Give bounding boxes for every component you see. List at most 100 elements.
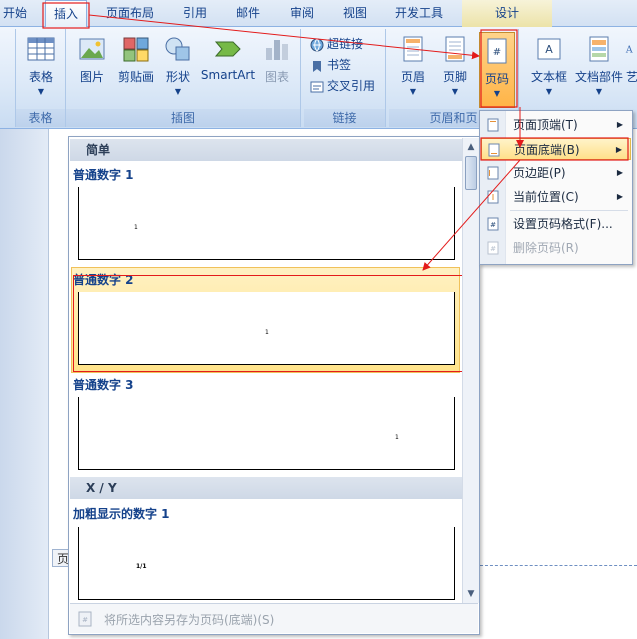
top-of-page-icon: [487, 118, 499, 132]
tab-references[interactable]: 引用: [175, 0, 215, 27]
wordart-icon: A: [625, 44, 633, 55]
footer-button[interactable]: 页脚 ▼: [435, 31, 475, 105]
gallery-item-title: 普通数字 1: [73, 168, 134, 182]
footer-boundary-line: [480, 565, 637, 566]
smartart-icon: [214, 41, 241, 57]
svg-text:#: #: [490, 221, 496, 229]
page-number-sample: 1/1: [136, 563, 147, 570]
page-number-gallery: 简单 普通数字 1 1 普通数字 2 1 普通数字 3 1 X / Y 加粗显示…: [68, 136, 480, 635]
gallery-scrollbar[interactable]: ▲ ▼: [462, 138, 479, 603]
chevron-down-icon: ▼: [493, 89, 501, 98]
tab-mailings[interactable]: 邮件: [228, 0, 268, 27]
chart-button[interactable]: 图表: [258, 31, 296, 105]
header-button[interactable]: 页眉 ▼: [393, 31, 433, 105]
menu-item-format-page-numbers[interactable]: # 设置页码格式(F)...: [481, 213, 631, 235]
menu-separator: [510, 210, 628, 211]
menu-item-page-margins[interactable]: 页边距(P) ▶: [481, 162, 631, 184]
document-left-margin: [0, 129, 48, 639]
bottom-of-page-icon: [488, 143, 500, 157]
submenu-arrow-icon: ▶: [616, 120, 623, 129]
format-page-numbers-icon: #: [487, 217, 499, 231]
hyperlink-icon: [310, 38, 324, 51]
menu-item-top-of-page[interactable]: 页面顶端(T) ▶: [481, 114, 631, 136]
chevron-down-icon: ▼: [409, 87, 417, 96]
quick-parts-button[interactable]: 文档部件 ▼: [573, 31, 625, 105]
picture-icon: [79, 38, 105, 60]
tab-view[interactable]: 视图: [335, 0, 375, 27]
tab-home[interactable]: 开始: [0, 0, 30, 27]
page-number-menu: 页面顶端(T) ▶ 页面底端(B) ▶ 页边距(P) ▶ 当前位置(C) ▶ #…: [479, 110, 633, 265]
table-icon: [27, 37, 55, 61]
tab-developer[interactable]: 开发工具: [388, 0, 450, 27]
tab-design[interactable]: 设计: [462, 0, 552, 27]
menu-item-current-position[interactable]: 当前位置(C) ▶: [481, 186, 631, 208]
chart-icon: [266, 40, 288, 60]
page-number-sample: 1: [395, 434, 399, 441]
save-selection-label: 将所选内容另存为页码(底端)(S): [104, 613, 275, 627]
gallery-item-plain-number-3[interactable]: 1: [78, 397, 455, 470]
chevron-down-icon: ▼: [451, 87, 459, 96]
annotation-box: [73, 275, 467, 372]
picture-button[interactable]: 图片: [72, 31, 112, 105]
page-number-button[interactable]: # 页码 ▼: [479, 32, 515, 108]
gallery-item-bold-number-1[interactable]: 1/1: [78, 527, 455, 600]
svg-text:#: #: [493, 47, 501, 58]
menu-item-bottom-of-page[interactable]: 页面底端(B) ▶: [481, 138, 631, 160]
group-label-illustrations: 插图: [66, 109, 300, 127]
chevron-down-icon: ▼: [174, 87, 182, 96]
text-box-icon: A: [537, 38, 561, 60]
bookmark-button[interactable]: 书签: [310, 55, 351, 75]
submenu-arrow-icon: ▶: [616, 168, 623, 177]
remove-page-numbers-icon: #: [487, 241, 499, 255]
group-label-tables: 表格: [16, 109, 65, 127]
scroll-down-icon[interactable]: ▼: [463, 586, 479, 602]
menu-item-remove-page-numbers[interactable]: # 删除页码(R): [481, 237, 631, 259]
ribbon-tab-bar: 开始 插入 页面布局 引用 邮件 审阅 视图 开发工具 设计: [0, 0, 637, 28]
submenu-arrow-icon: ▶: [616, 192, 623, 201]
save-to-gallery-icon: #: [78, 611, 92, 627]
quick-parts-icon: [589, 36, 609, 62]
bookmark-icon: [313, 60, 321, 72]
ribbon-group-links: 超链接 书签 交叉引用 链接: [304, 29, 386, 127]
svg-text:A: A: [545, 43, 553, 56]
wordart-button-partial[interactable]: A 艺: [625, 31, 637, 105]
page-margins-icon: [487, 166, 499, 180]
tab-insert[interactable]: 插入: [45, 0, 87, 28]
ribbon-group-tables: 表格 ▼ 表格: [16, 29, 66, 127]
gallery-section-header: 简单: [70, 139, 462, 161]
footer-icon: [445, 36, 465, 62]
gallery-section-header: X / Y: [70, 477, 462, 499]
gallery-item-title: 加粗显示的数字 1: [73, 507, 170, 521]
svg-text:#: #: [82, 616, 88, 624]
svg-text:#: #: [490, 245, 496, 253]
clip-art-icon: [123, 37, 149, 62]
cross-reference-icon: [310, 81, 324, 92]
cross-reference-button[interactable]: 交叉引用: [310, 76, 375, 96]
table-button[interactable]: 表格 ▼: [20, 31, 62, 105]
chevron-down-icon: ▼: [37, 87, 45, 96]
tab-page-layout[interactable]: 页面布局: [100, 0, 160, 27]
page-number-sample: 1: [134, 224, 138, 231]
shapes-button[interactable]: 形状 ▼: [160, 31, 196, 105]
gallery-item-plain-number-1[interactable]: 1: [78, 187, 455, 260]
ribbon-group-pages-partial: [0, 29, 16, 127]
save-selection-as-page-number-button[interactable]: # 将所选内容另存为页码(底端)(S): [70, 603, 478, 633]
smartart-button[interactable]: SmartArt: [200, 31, 256, 105]
hyperlink-button[interactable]: 超链接: [310, 34, 363, 54]
text-box-button[interactable]: A 文本框 ▼: [527, 31, 571, 105]
page-number-icon: #: [487, 38, 507, 64]
clip-art-button[interactable]: 剪贴画: [116, 31, 156, 105]
submenu-arrow-icon: ▶: [615, 145, 622, 154]
scrollbar-thumb[interactable]: [465, 156, 477, 190]
svg-text:A: A: [625, 44, 633, 55]
tab-review[interactable]: 审阅: [282, 0, 322, 27]
header-icon: [403, 36, 423, 62]
chevron-down-icon: ▼: [545, 87, 553, 96]
group-label-links: 链接: [304, 109, 385, 127]
chevron-down-icon: ▼: [595, 87, 603, 96]
ribbon-group-illustrations: 图片 剪贴画 形状 ▼ SmartArt 图表 插图: [66, 29, 301, 127]
shapes-icon: [165, 37, 190, 61]
current-position-icon: [487, 190, 499, 204]
scroll-up-icon[interactable]: ▲: [463, 139, 479, 155]
gallery-item-title: 普通数字 3: [73, 378, 134, 392]
